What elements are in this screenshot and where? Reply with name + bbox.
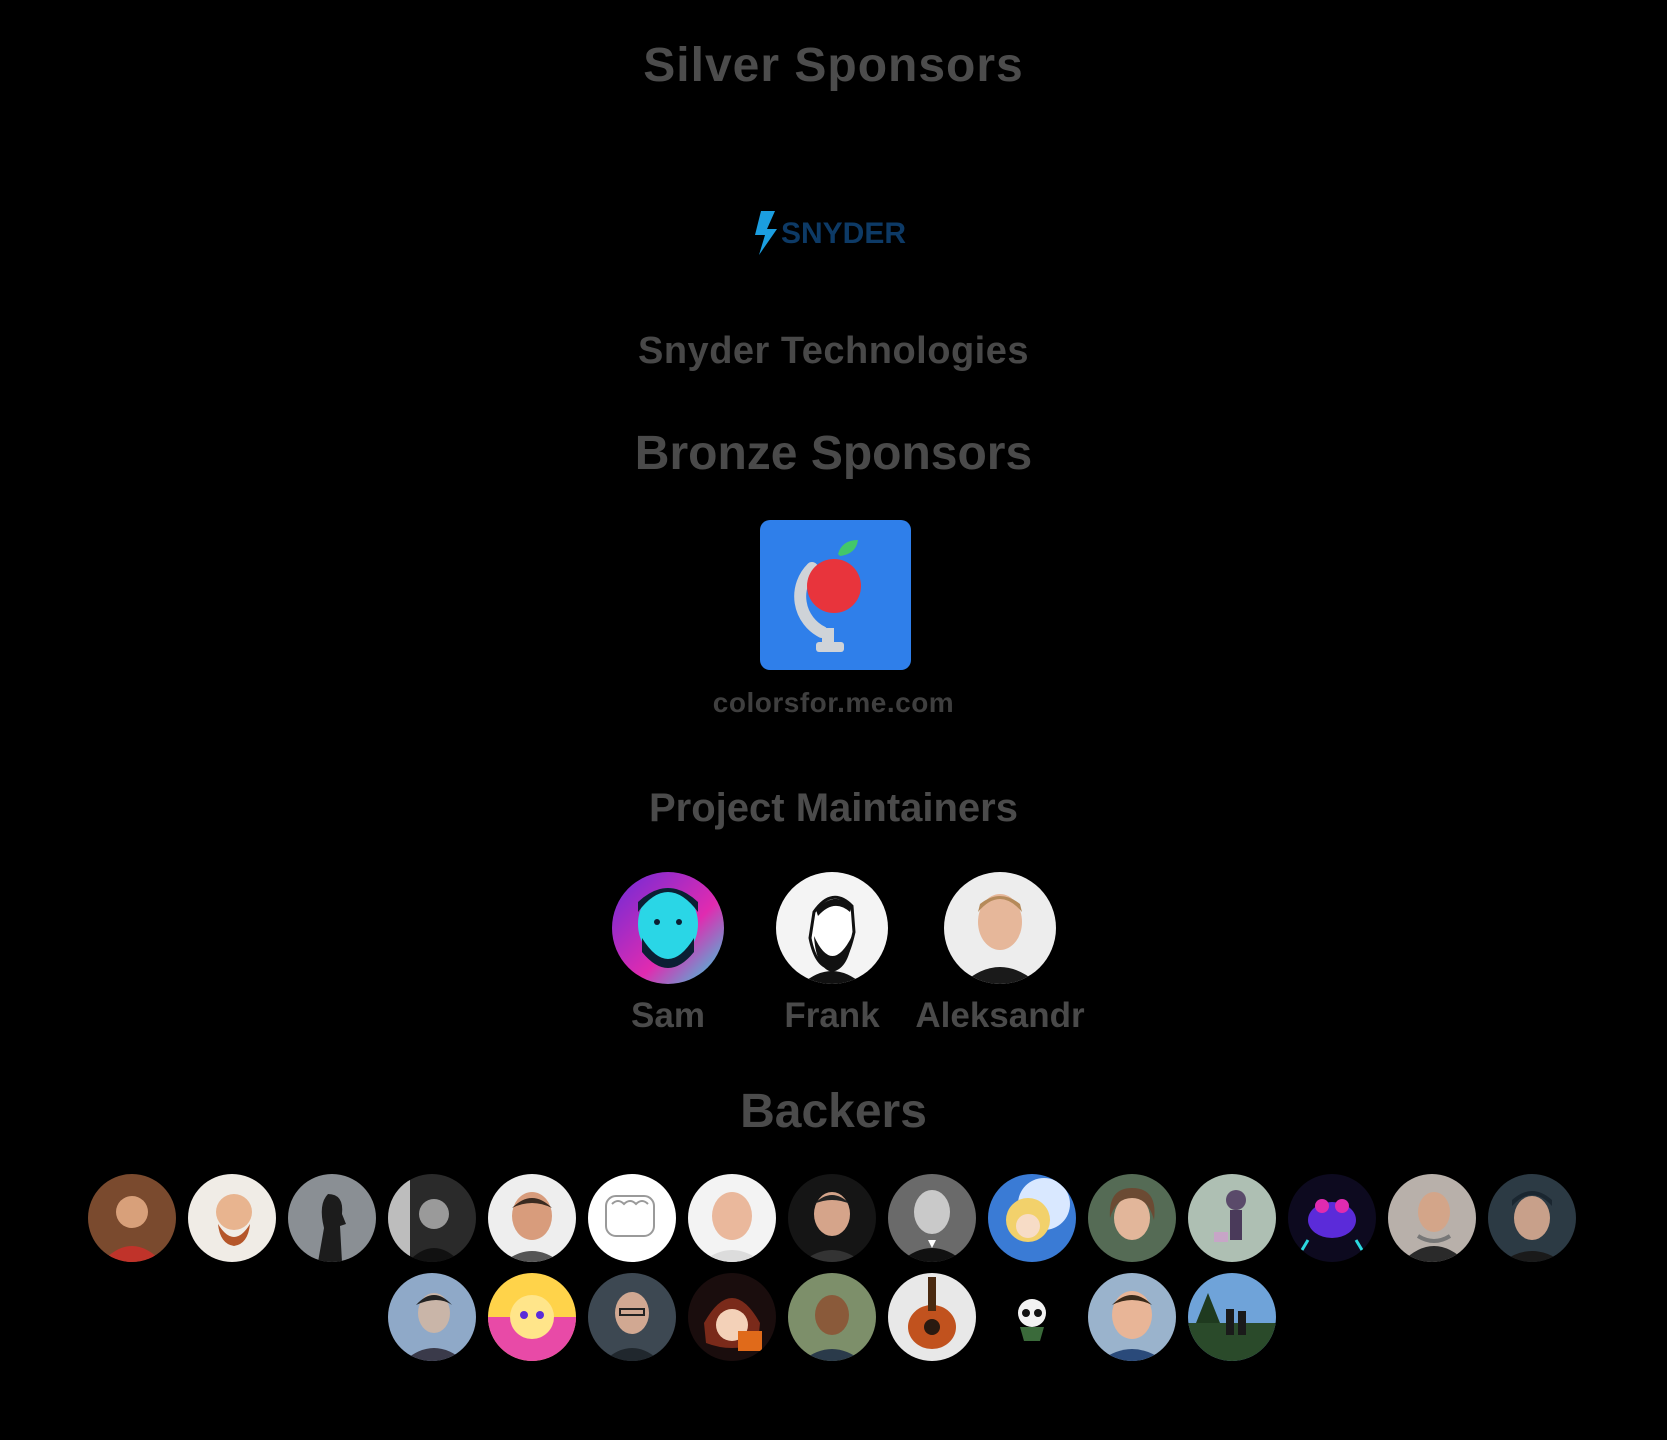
maintainer-card[interactable]: Sam [578, 872, 758, 1036]
maintainer-name: Frank [784, 996, 880, 1035]
backer-avatar[interactable] [1488, 1174, 1576, 1262]
backer-avatar[interactable] [1288, 1174, 1376, 1262]
maintainer-name: Aleksandr [915, 996, 1085, 1035]
backer-avatar[interactable] [288, 1174, 376, 1262]
backer-avatar[interactable] [988, 1174, 1076, 1262]
avatar-neon-bearded-man-icon [612, 872, 724, 984]
maintainers-heading: Project Maintainers [648, 786, 1018, 830]
backer-avatar[interactable] [588, 1174, 676, 1262]
silver-sponsors-heading: Silver Sponsors [643, 39, 1024, 92]
backer-avatar[interactable] [1388, 1174, 1476, 1262]
bronze-sponsor-logo[interactable] [760, 520, 911, 670]
backer-avatar[interactable] [788, 1273, 876, 1361]
backer-avatar[interactable] [688, 1174, 776, 1262]
backer-avatar[interactable] [988, 1273, 1076, 1361]
avatar-line-art-bearded-man-icon [776, 872, 888, 984]
backer-avatar[interactable] [688, 1273, 776, 1361]
maintainer-name: Sam [631, 996, 705, 1035]
bronze-sponsors-heading: Bronze Sponsors [634, 427, 1033, 480]
bronze-sponsor-caption[interactable]: colorsfor.me.com [0, 687, 1667, 719]
backer-avatar[interactable] [488, 1174, 576, 1262]
backer-avatar[interactable] [388, 1273, 476, 1361]
backer-avatar[interactable] [588, 1273, 676, 1361]
backer-avatar[interactable] [888, 1273, 976, 1361]
backer-avatar[interactable] [388, 1174, 476, 1262]
backer-avatar[interactable] [888, 1174, 976, 1262]
avatar-photo-man-icon [944, 872, 1056, 984]
backer-avatar[interactable] [1188, 1174, 1276, 1262]
silver-sponsor-name[interactable]: Snyder Technologies [0, 330, 1667, 373]
maintainer-card[interactable]: Frank [742, 872, 922, 1036]
backer-avatar[interactable] [1088, 1174, 1176, 1262]
backer-avatar[interactable] [1188, 1273, 1276, 1361]
snyder-logo[interactable]: SNYDER [749, 207, 919, 259]
backer-avatar[interactable] [1088, 1273, 1176, 1361]
backer-avatar[interactable] [88, 1174, 176, 1262]
backer-avatar[interactable] [788, 1174, 876, 1262]
snyder-logo-text: SNYDER [781, 217, 906, 250]
maintainer-card[interactable]: Aleksandr [910, 872, 1090, 1036]
backer-avatar[interactable] [188, 1174, 276, 1262]
backer-avatar[interactable] [488, 1273, 576, 1361]
backers-heading: Backers [740, 1085, 927, 1138]
